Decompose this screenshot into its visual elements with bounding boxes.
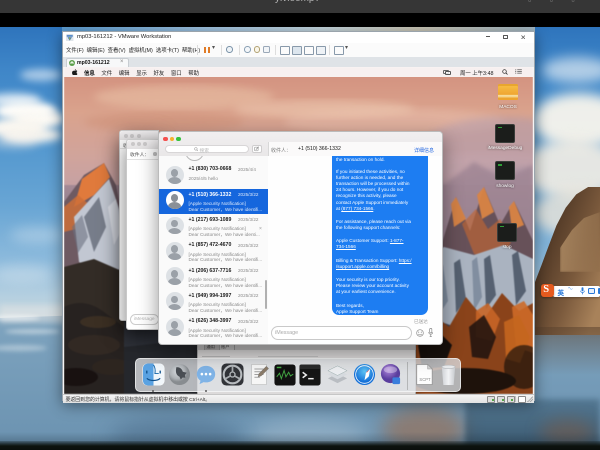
svg-text:SCPT: SCPT	[419, 377, 431, 382]
